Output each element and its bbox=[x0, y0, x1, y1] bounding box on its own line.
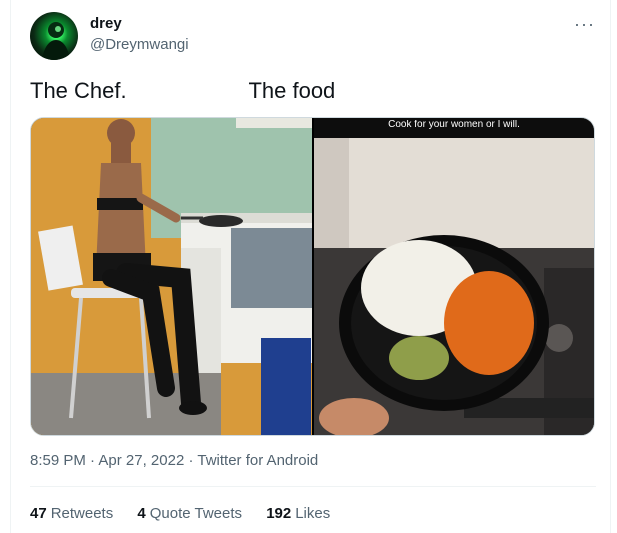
tweet-time[interactable]: 8:59 PM bbox=[30, 452, 86, 469]
more-options-icon[interactable]: ··· bbox=[574, 14, 595, 35]
quote-tweets-label: Quote Tweets bbox=[149, 505, 243, 522]
likes-stat[interactable]: 192 Likes bbox=[266, 505, 330, 522]
retweets-label: Retweets bbox=[50, 505, 114, 522]
divider bbox=[30, 486, 596, 487]
likes-count: 192 bbox=[266, 505, 292, 522]
avatar-figure-icon bbox=[42, 22, 70, 60]
tweet-metadata: 8:59 PM · Apr 27, 2022 · Twitter for And… bbox=[30, 452, 318, 469]
avatar[interactable] bbox=[30, 12, 78, 60]
food-caption-overlay: Cook for your women or I will. bbox=[388, 120, 520, 130]
engagement-stats: 47 Retweets 4 Quote Tweets 192 Likes bbox=[30, 505, 350, 522]
column-border-right bbox=[610, 0, 611, 533]
quote-tweets-stat[interactable]: 4 Quote Tweets bbox=[137, 505, 242, 522]
photo-chef[interactable] bbox=[31, 118, 312, 435]
quote-tweets-count: 4 bbox=[137, 505, 146, 522]
chef-image bbox=[31, 118, 312, 435]
column-border-left bbox=[10, 0, 11, 533]
author-display-name[interactable]: drey bbox=[90, 15, 122, 32]
meta-separator: · bbox=[90, 452, 96, 469]
author-handle[interactable]: @Dreymwangi bbox=[90, 36, 189, 53]
food-image bbox=[314, 118, 594, 435]
tweet-source[interactable]: Twitter for Android bbox=[197, 452, 318, 469]
tweet-text: The Chef. The food bbox=[30, 78, 336, 103]
retweets-stat[interactable]: 47 Retweets bbox=[30, 505, 113, 522]
meta-separator: · bbox=[188, 452, 194, 469]
tweet-card: drey @Dreymwangi ··· The Chef. The food bbox=[0, 0, 617, 533]
likes-label: Likes bbox=[295, 505, 331, 522]
tweet-date[interactable]: Apr 27, 2022 bbox=[98, 452, 184, 469]
media-grid: Cook for your women or I will. bbox=[30, 117, 595, 436]
photo-food[interactable]: Cook for your women or I will. bbox=[314, 118, 594, 435]
retweets-count: 47 bbox=[30, 505, 47, 522]
